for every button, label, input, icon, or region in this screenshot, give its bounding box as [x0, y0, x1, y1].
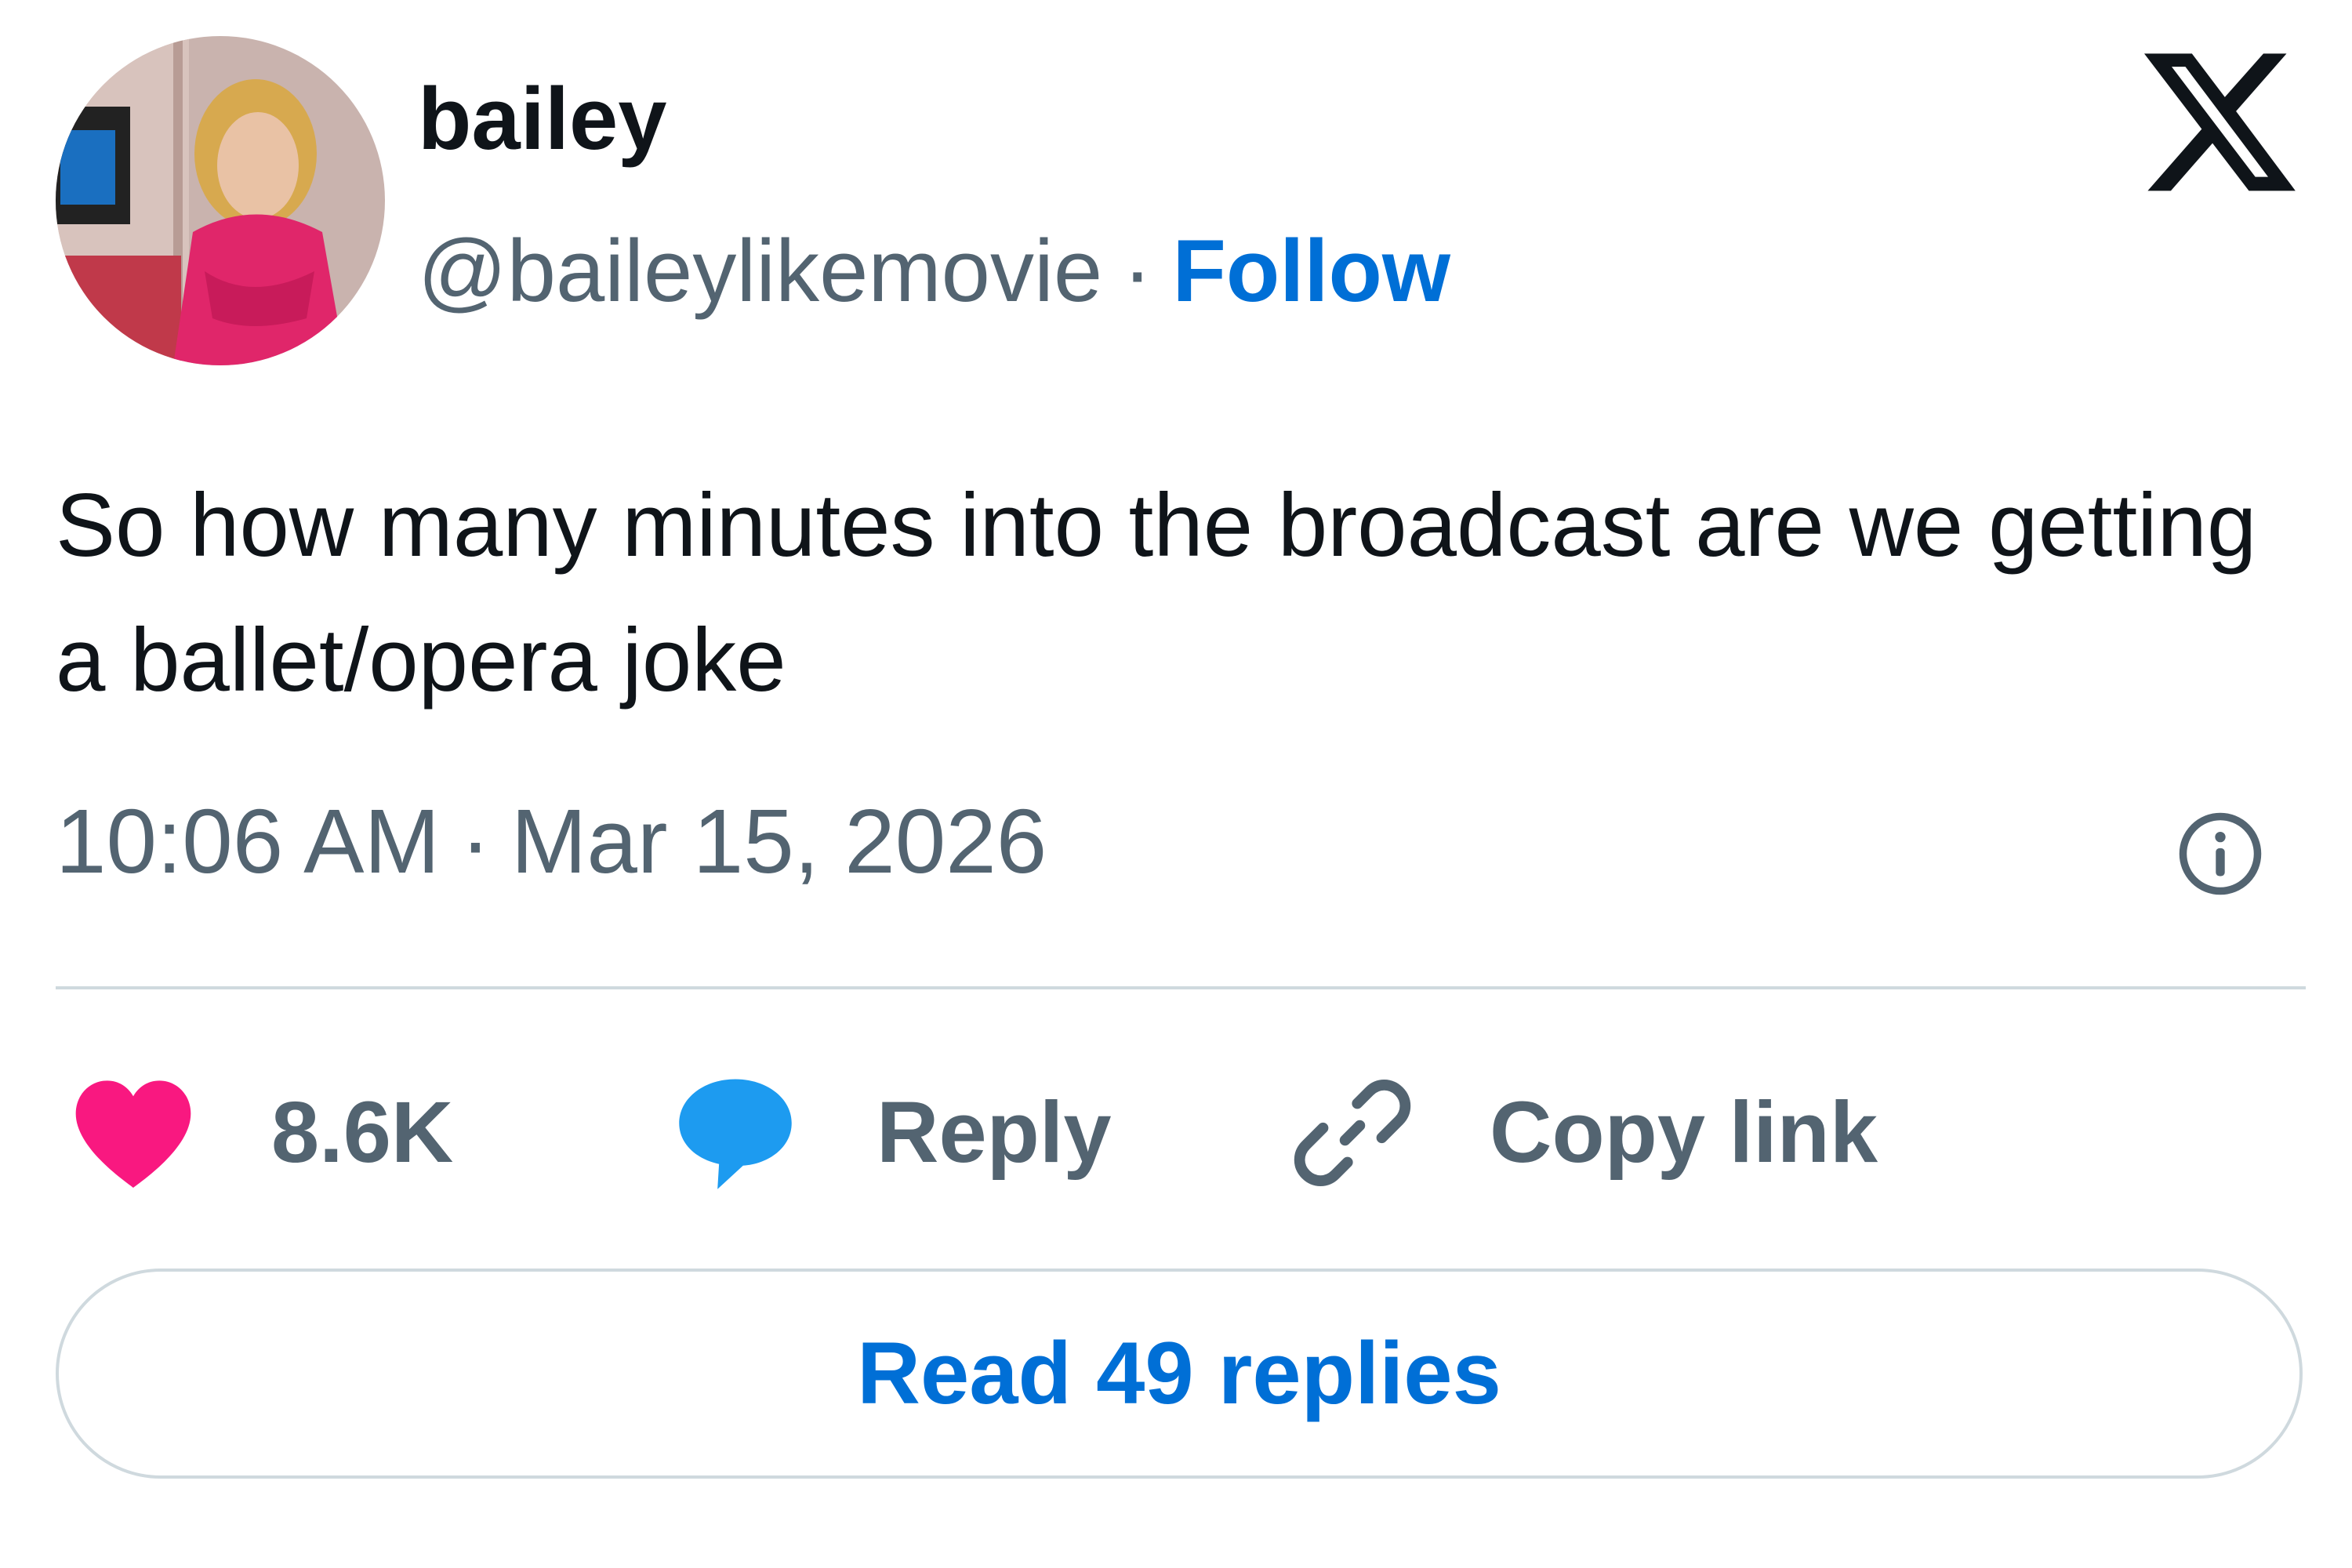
likes-count: 8.6K: [271, 1084, 454, 1181]
copy-link-button[interactable]: Copy link: [1294, 1074, 1878, 1192]
x-logo-icon[interactable]: [2144, 53, 2301, 198]
copy-link-label: Copy link: [1490, 1084, 1878, 1181]
speech-bubble-icon[interactable]: [673, 1074, 798, 1192]
handle-separator: ·: [1123, 222, 1152, 320]
heart-icon[interactable]: [71, 1078, 196, 1188]
author-display-name[interactable]: bailey: [418, 75, 667, 163]
author-handle[interactable]: @baileylikemovie: [418, 227, 1102, 315]
timestamp-separator: ·: [460, 790, 491, 892]
follow-button[interactable]: Follow: [1172, 227, 1450, 315]
author-handle-row: @baileylikemovie · Follow: [418, 227, 1450, 315]
avatar[interactable]: [56, 36, 385, 365]
tweet-time[interactable]: 10:06 AM: [56, 796, 440, 887]
tweet-embed-card: bailey @baileylikemovie · Follow So how …: [0, 0, 2352, 1568]
divider: [56, 986, 2306, 989]
like-button[interactable]: 8.6K: [71, 1074, 453, 1192]
read-replies-button[interactable]: Read 49 replies: [56, 1269, 2303, 1479]
tweet-date[interactable]: Mar 15, 2026: [511, 796, 1047, 887]
info-icon[interactable]: [2176, 809, 2265, 898]
reply-button[interactable]: Reply: [673, 1074, 1112, 1192]
read-replies-label: Read 49 replies: [857, 1324, 1501, 1422]
link-icon[interactable]: [1294, 1074, 1411, 1192]
reply-label: Reply: [877, 1084, 1112, 1181]
tweet-text: So how many minutes into the broadcast a…: [56, 476, 2257, 710]
tweet-timestamp[interactable]: 10:06 AM · Mar 15, 2026: [56, 796, 1047, 887]
avatar-image: [56, 36, 385, 365]
